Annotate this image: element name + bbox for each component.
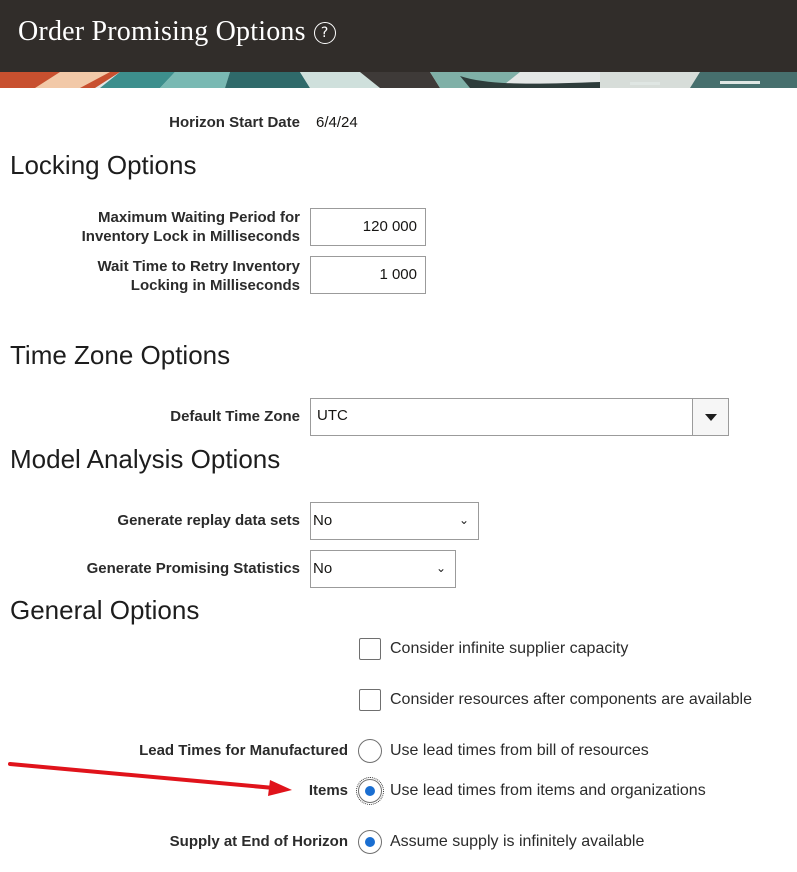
annotation-arrow-icon — [8, 762, 292, 796]
horizon-start-date-value: 6/4/24 — [316, 114, 358, 131]
supply-end-of-horizon-label: Supply at End of Horizon — [169, 833, 348, 850]
retry-wait-label-line2: Locking in Milliseconds — [130, 277, 300, 294]
decorative-banner — [0, 72, 797, 88]
lead-times-items-organizations-label: Use lead times from items and organizati… — [390, 782, 706, 799]
max-wait-input[interactable]: 120 000 — [310, 208, 426, 246]
model-analysis-options-heading: Model Analysis Options — [10, 444, 281, 474]
default-time-zone-label: Default Time Zone — [170, 408, 300, 425]
promising-statistics-select[interactable]: No ⌄ — [310, 550, 456, 588]
chevron-down-icon: ⌄ — [435, 561, 446, 575]
chevron-down-icon: ⌄ — [458, 513, 469, 527]
default-time-zone-combobox[interactable]: UTC — [310, 398, 729, 436]
max-wait-label-line1: Maximum Waiting Period for — [98, 209, 300, 226]
max-wait-label-line2: Inventory Lock in Milliseconds — [81, 228, 300, 245]
lead-times-bill-of-resources-radio[interactable] — [358, 739, 382, 763]
promising-statistics-value: No — [313, 560, 333, 577]
horizon-start-date-label: Horizon Start Date — [169, 114, 300, 131]
supply-infinitely-available-radio[interactable] — [358, 830, 382, 854]
retry-wait-input[interactable]: 1 000 — [310, 256, 426, 294]
default-time-zone-value: UTC — [317, 407, 348, 424]
replay-data-sets-label: Generate replay data sets — [117, 512, 300, 529]
resources-after-components-label: Consider resources after components are … — [390, 691, 752, 708]
page-title: Order Promising Options? — [18, 16, 336, 48]
question-circle-icon[interactable]: ? — [313, 22, 336, 44]
locking-options-heading: Locking Options — [10, 150, 197, 180]
time-zone-dropdown-button[interactable] — [692, 399, 728, 435]
infinite-supplier-capacity-label: Consider infinite supplier capacity — [390, 640, 629, 657]
replay-data-sets-select[interactable]: No ⌄ — [310, 502, 479, 540]
lead-times-label-line2: Items — [308, 782, 348, 799]
promising-statistics-label: Generate Promising Statistics — [86, 560, 300, 577]
resources-after-components-checkbox[interactable] — [359, 689, 381, 711]
page-header: Order Promising Options? — [0, 0, 797, 72]
triangle-down-icon — [705, 414, 717, 421]
retry-wait-label-line1: Wait Time to Retry Inventory — [97, 258, 300, 275]
max-wait-label: Maximum Waiting Period for Inventory Loc… — [82, 208, 300, 246]
general-options-heading: General Options — [10, 595, 200, 625]
lead-times-bill-of-resources-label: Use lead times from bill of resources — [390, 742, 649, 759]
supply-infinitely-available-label: Assume supply is infinitely available — [390, 833, 645, 850]
retry-wait-label: Wait Time to Retry Inventory Locking in … — [97, 257, 300, 295]
lead-times-items-organizations-radio[interactable] — [356, 777, 384, 805]
replay-data-sets-value: No — [313, 512, 333, 529]
time-zone-options-heading: Time Zone Options — [10, 340, 231, 370]
infinite-supplier-capacity-checkbox[interactable] — [359, 638, 381, 660]
